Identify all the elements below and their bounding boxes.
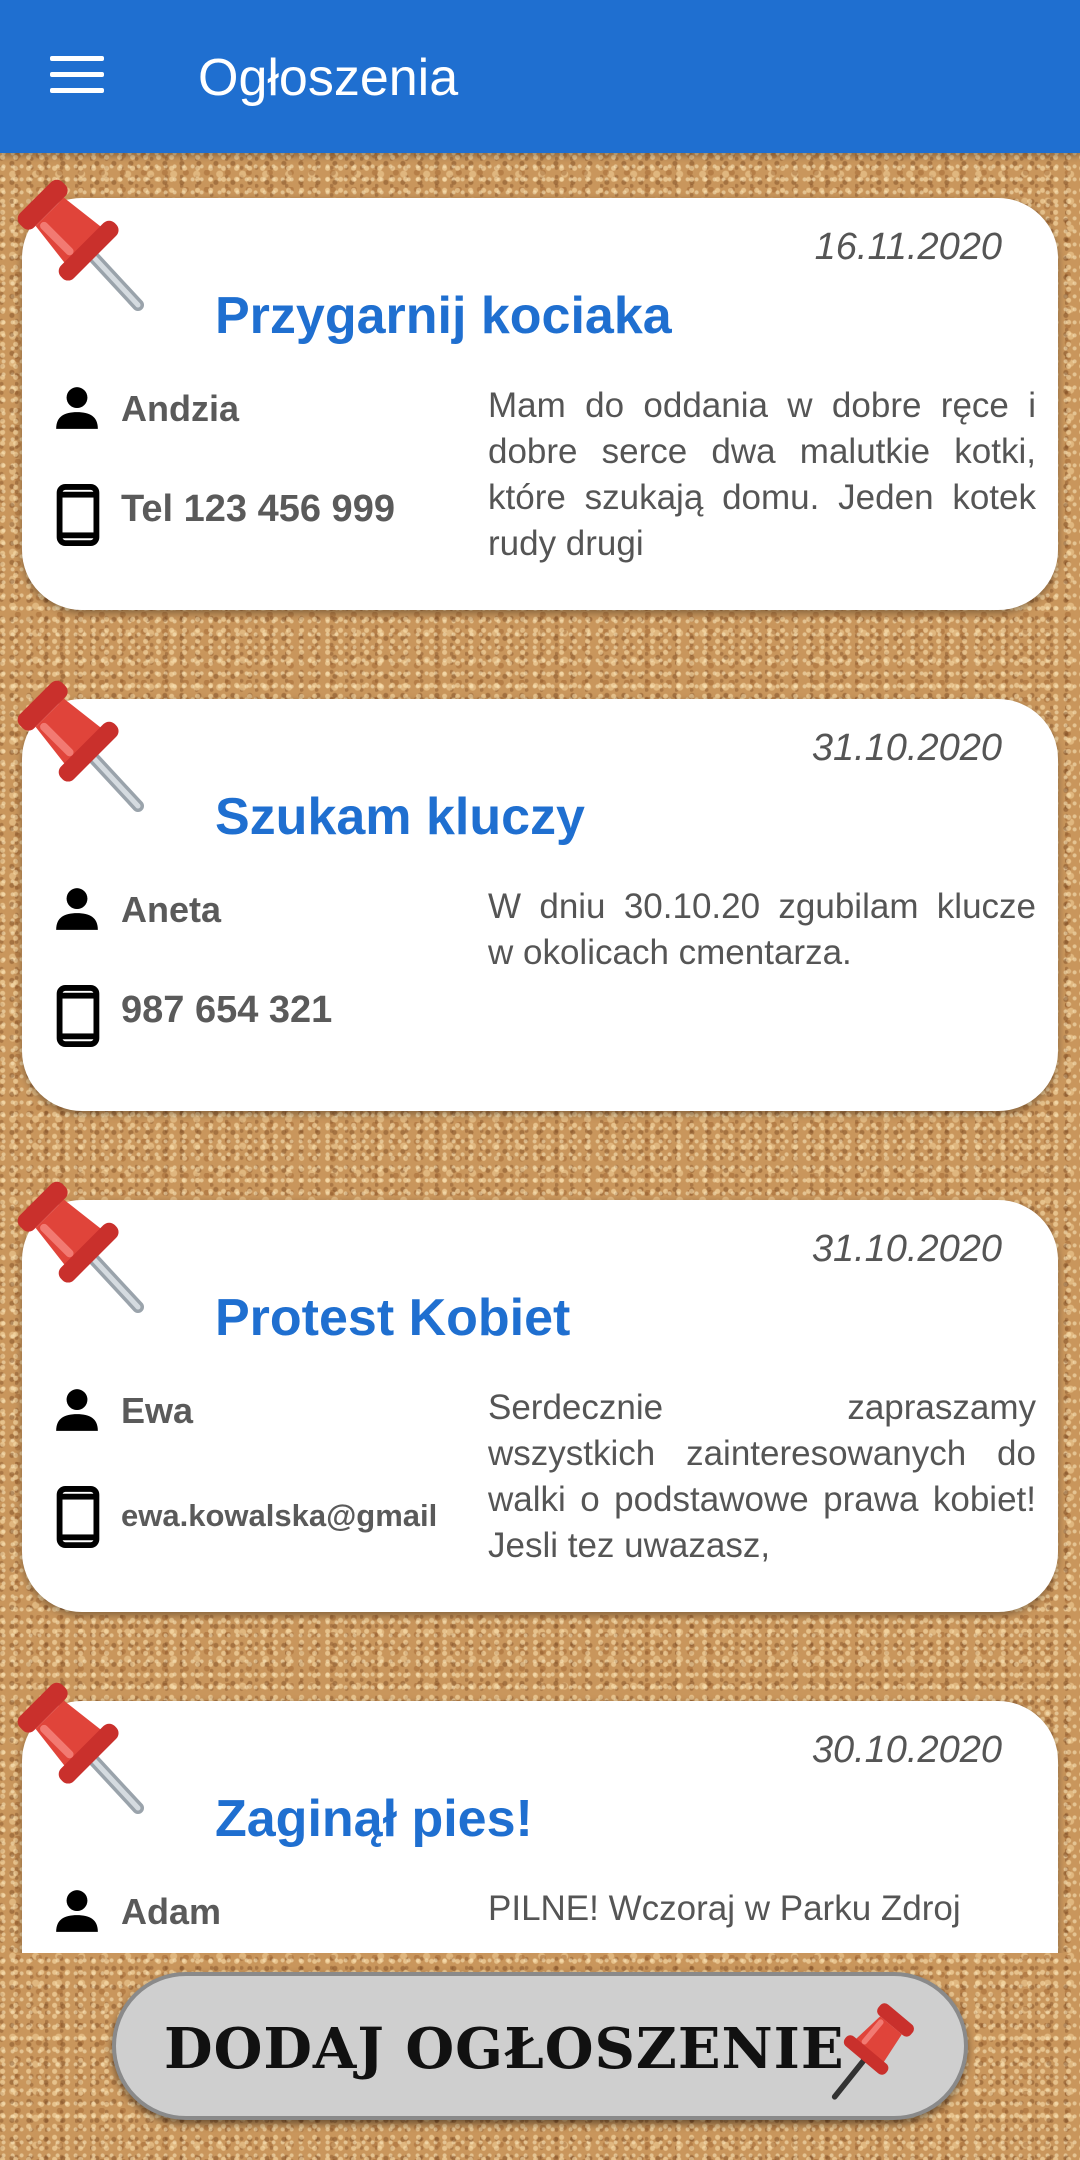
listing-date: 16.11.2020	[814, 226, 1002, 268]
listing-author: Ewa	[121, 1390, 194, 1431]
listing-title: Szukam kluczy	[215, 788, 585, 846]
listing-description: W dniu 30.10.20 zgubilam klucze w okolic…	[488, 887, 1036, 972]
listing-card[interactable]: 31.10.2020 Szukam kluczy Aneta 987 654 3…	[22, 699, 1058, 1111]
listing-card[interactable]: 16.11.2020 Przygarnij kociaka Andzia Tel…	[22, 198, 1058, 610]
listings-feed[interactable]: 16.11.2020 Przygarnij kociaka Andzia Tel…	[0, 153, 1080, 1953]
add-listing-button[interactable]: DODAJ OGŁOSZENIE	[112, 1972, 968, 2120]
listing-title: Przygarnij kociaka	[215, 287, 672, 345]
page-title: Ogłoszenia	[198, 49, 459, 107]
listing-date: 30.10.2020	[811, 1729, 1002, 1771]
person-icon	[52, 1385, 102, 1435]
listing-title: Zaginął pies!	[215, 1790, 533, 1848]
menu-icon[interactable]	[50, 56, 104, 96]
listing-contact: 987 654 321	[121, 989, 333, 1031]
app-bar: Ogłoszenia	[0, 0, 1080, 153]
listing-description: PILNE! Wczoraj w Parku Zdroj	[488, 1889, 961, 1928]
pushpin-icon	[831, 2003, 914, 2100]
pushpin-icon	[6, 1666, 148, 1816]
pushpin-icon	[6, 163, 148, 313]
listing-author: Adam	[121, 1891, 222, 1932]
listing-contact: ewa.kowalska@gmail	[121, 1498, 438, 1533]
phone-icon	[56, 484, 100, 546]
listing-description: Serdecznie zapraszamy wszystkich zainter…	[488, 1388, 1036, 1565]
listing-description: Mam do oddania w dobre ręce i dobre serc…	[488, 386, 1036, 563]
pushpin-icon	[6, 664, 148, 814]
person-icon	[52, 884, 102, 934]
person-icon	[52, 1886, 102, 1936]
pushpin-icon	[6, 1165, 148, 1315]
listing-date: 31.10.2020	[811, 1228, 1002, 1270]
listing-date: 31.10.2020	[811, 727, 1002, 769]
listing-card[interactable]: 30.10.2020 Zaginął pies! Adam PILNE! Wcz…	[22, 1701, 1058, 1953]
person-icon	[52, 383, 102, 433]
listing-author: Andzia	[121, 388, 240, 429]
listing-card[interactable]: 31.10.2020 Protest Kobiet Ewa ewa.kowals…	[22, 1200, 1058, 1612]
phone-icon	[56, 985, 100, 1047]
listing-author: Aneta	[121, 889, 222, 930]
add-listing-label: DODAJ OGŁOSZENIE	[164, 2016, 845, 2082]
phone-icon	[56, 1486, 100, 1548]
listing-contact: Tel 123 456 999	[121, 488, 395, 530]
listing-title: Protest Kobiet	[215, 1289, 571, 1347]
